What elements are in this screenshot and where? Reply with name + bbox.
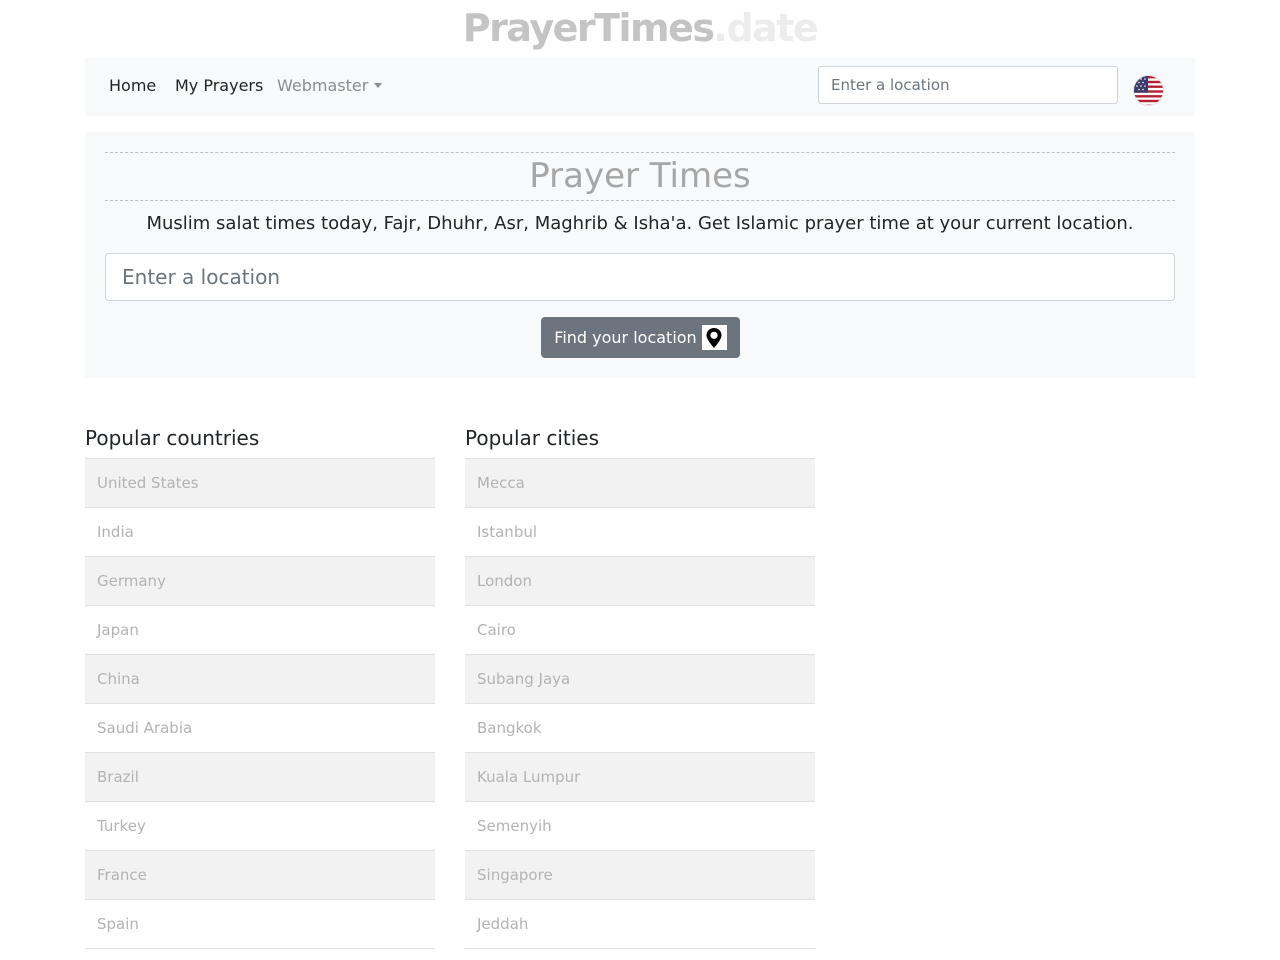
logo-main-text: PrayerTimes xyxy=(462,6,715,50)
popular-countries-section: Popular countries United States India Ge… xyxy=(85,422,435,949)
country-list-item[interactable]: Saudi Arabia xyxy=(85,704,435,753)
city-list-item[interactable]: Jeddah xyxy=(465,900,815,949)
site-logo[interactable]: PrayerTimes.date xyxy=(0,6,1280,50)
popular-countries-list: United States India Germany Japan China … xyxy=(85,458,435,949)
hero-divider-bottom xyxy=(105,200,1175,201)
city-list-item[interactable]: London xyxy=(465,557,815,606)
location-search-input[interactable] xyxy=(105,253,1175,301)
navbar-location-search-input[interactable] xyxy=(818,66,1118,104)
country-list-item[interactable]: United States xyxy=(85,459,435,508)
nav-my-prayers-link[interactable]: My Prayers xyxy=(175,76,263,96)
city-list-item[interactable]: Istanbul xyxy=(465,508,815,557)
page-title: Prayer Times xyxy=(529,156,751,196)
city-list-item[interactable]: Kuala Lumpur xyxy=(465,753,815,802)
popular-cities-section: Popular cities Mecca Istanbul London Cai… xyxy=(465,422,815,949)
city-list-item[interactable]: Subang Jaya xyxy=(465,655,815,704)
hero-panel: Prayer Times Muslim salat times today, F… xyxy=(85,132,1195,378)
nav-webmaster-label: Webmaster xyxy=(277,76,369,95)
hero-divider-top xyxy=(105,152,1175,153)
us-flag-icon[interactable] xyxy=(1133,75,1164,106)
country-list-item[interactable]: France xyxy=(85,851,435,900)
nav-home-link[interactable]: Home xyxy=(109,76,156,96)
country-list-item[interactable]: Turkey xyxy=(85,802,435,851)
country-list-item[interactable]: Japan xyxy=(85,606,435,655)
find-location-label: Find your location xyxy=(554,328,697,347)
popular-cities-heading: Popular cities xyxy=(465,426,600,450)
city-list-item[interactable]: Mecca xyxy=(465,459,815,508)
city-list-item[interactable]: Singapore xyxy=(465,851,815,900)
nav-webmaster-dropdown[interactable]: Webmaster xyxy=(277,76,383,96)
caret-down-icon xyxy=(374,83,383,88)
popular-cities-list: Mecca Istanbul London Cairo Subang Jaya … xyxy=(465,458,815,949)
city-list-item[interactable]: Bangkok xyxy=(465,704,815,753)
popular-countries-heading: Popular countries xyxy=(85,426,260,450)
city-list-item[interactable]: Cairo xyxy=(465,606,815,655)
find-location-button[interactable]: Find your location xyxy=(541,317,740,358)
country-list-item[interactable]: Brazil xyxy=(85,753,435,802)
main-navbar: Home My Prayers Webmaster xyxy=(85,58,1195,116)
country-list-item[interactable]: India xyxy=(85,508,435,557)
logo-tld-text: .date xyxy=(713,6,819,50)
country-list-item[interactable]: China xyxy=(85,655,435,704)
city-list-item[interactable]: Semenyih xyxy=(465,802,815,851)
country-list-item[interactable]: Spain xyxy=(85,900,435,949)
page-subtitle: Muslim salat times today, Fajr, Dhuhr, A… xyxy=(146,213,1134,234)
country-list-item[interactable]: Germany xyxy=(85,557,435,606)
map-pin-icon xyxy=(701,325,727,350)
